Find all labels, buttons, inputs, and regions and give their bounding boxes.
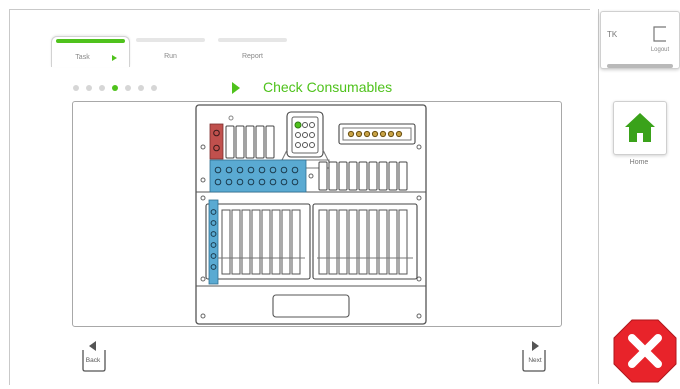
lower-left-rack bbox=[205, 199, 311, 285]
lower-right-rack bbox=[312, 203, 418, 280]
next-label: Next bbox=[528, 357, 542, 364]
back-label: Back bbox=[85, 357, 101, 364]
play-icon bbox=[232, 82, 240, 94]
user-initials: TK bbox=[607, 30, 618, 39]
user-logout-panel[interactable]: TK Logout bbox=[600, 11, 680, 69]
back-button[interactable]: Back bbox=[76, 340, 110, 374]
tab-task-indicator bbox=[56, 39, 125, 43]
tab-report[interactable]: Report bbox=[214, 36, 291, 66]
logout-icon bbox=[653, 26, 666, 42]
deck-layout-diagram bbox=[195, 104, 427, 325]
play-arrow-icon bbox=[112, 55, 117, 61]
middle-right-slots bbox=[318, 161, 408, 191]
home-icon bbox=[625, 113, 655, 142]
close-button[interactable] bbox=[612, 318, 678, 384]
user-panel-bar bbox=[607, 64, 673, 68]
tab-run-label: Run bbox=[164, 53, 177, 60]
tab-run-indicator bbox=[136, 38, 205, 42]
step-dot bbox=[73, 85, 79, 91]
red-highlight-slot bbox=[209, 123, 224, 160]
next-button[interactable]: Next bbox=[518, 340, 552, 374]
deck-diagram-panel bbox=[72, 101, 562, 327]
tab-task[interactable]: Task bbox=[51, 36, 130, 67]
tab-report-indicator bbox=[218, 38, 287, 42]
step-dot bbox=[99, 85, 105, 91]
bottom-drawer bbox=[272, 294, 350, 318]
tab-run[interactable]: Run bbox=[132, 36, 209, 66]
blue-highlight-strip bbox=[209, 159, 307, 193]
home-button[interactable] bbox=[613, 101, 667, 155]
top-row-slots bbox=[209, 123, 275, 160]
step-title: Check Consumables bbox=[263, 79, 393, 95]
step-dot bbox=[112, 85, 118, 91]
tab-report-label: Report bbox=[241, 53, 263, 60]
step-dot bbox=[138, 85, 144, 91]
top-right-rack bbox=[338, 123, 416, 145]
home-label: Home bbox=[629, 159, 649, 166]
step-dots bbox=[73, 85, 157, 91]
step-dot bbox=[86, 85, 92, 91]
logout-label: Logout bbox=[650, 47, 670, 53]
close-icon bbox=[613, 319, 677, 383]
step-dot bbox=[125, 85, 131, 91]
tab-task-label: Task bbox=[75, 54, 90, 61]
step-dot bbox=[151, 85, 157, 91]
